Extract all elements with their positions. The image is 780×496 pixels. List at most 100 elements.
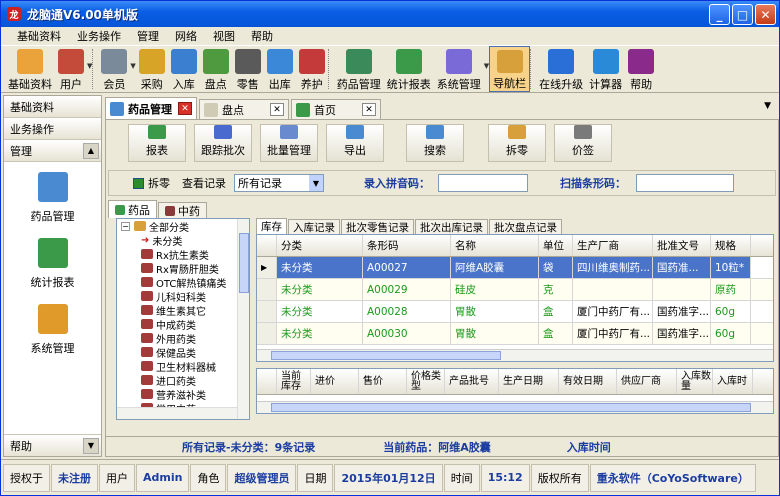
tree-item[interactable]: 维生素其它 bbox=[117, 303, 249, 318]
close-button[interactable]: ✕ bbox=[755, 4, 776, 25]
toolbar-button-inventory-check[interactable]: 盘点 bbox=[200, 46, 232, 92]
column-header[interactable]: 条形码 bbox=[363, 235, 451, 256]
toolbar-button-navbar[interactable]: 导航栏 bbox=[489, 46, 531, 92]
sidebar-item-drug-management[interactable]: 药品管理 bbox=[4, 172, 101, 224]
collapse-toggle[interactable]: − bbox=[121, 221, 130, 231]
tab-inventory[interactable]: 盘点 ✕ bbox=[199, 99, 289, 119]
table-row[interactable]: 未分类 A00029 硅皮克 原药 bbox=[257, 279, 773, 301]
column-header[interactable]: 售价 bbox=[359, 369, 407, 394]
tree-hscrollbar[interactable] bbox=[117, 407, 237, 419]
sidebar-section[interactable]: 管理 ▲ bbox=[4, 140, 101, 162]
toolbar-button-report[interactable]: 统计报表 bbox=[384, 46, 434, 92]
split-checkbox[interactable] bbox=[133, 177, 144, 189]
column-header[interactable]: 有效日期 bbox=[559, 369, 617, 394]
tree-item[interactable]: Rx抗生素类 bbox=[117, 247, 249, 262]
price-tag-button[interactable]: 价签 bbox=[554, 124, 612, 162]
title-bar[interactable]: 龙 龙脑通V6.00单机版 _ □ ✕ bbox=[1, 1, 779, 27]
tree-item[interactable]: 保健品类 bbox=[117, 345, 249, 360]
toolbar-button-system[interactable]: 系统管理 bbox=[434, 46, 484, 92]
tree-item[interactable]: 儿科妇科类 bbox=[117, 289, 249, 304]
table-row[interactable]: ▶ 未分类 A00027 阿维A胶囊袋四川维奥制药... 国药准... 10粒* bbox=[257, 257, 773, 279]
toolbar-button-retail[interactable]: 零售 bbox=[232, 46, 264, 92]
table-row[interactable]: 未分类 A00030 胃散盒厦门中药厂有... 国药准字... 60g bbox=[257, 323, 773, 345]
grid-tab[interactable]: 批次零售记录 bbox=[341, 219, 414, 234]
maximize-button[interactable]: □ bbox=[732, 4, 753, 25]
grid-tab[interactable]: 库存 bbox=[256, 218, 287, 234]
tab-home[interactable]: 首页 ✕ bbox=[291, 99, 381, 119]
column-header[interactable]: 生产日期 bbox=[499, 369, 559, 394]
menu-item[interactable]: 网络 bbox=[167, 28, 205, 44]
column-header[interactable]: 生产厂商 bbox=[573, 235, 653, 256]
sidebar-item-report[interactable]: 统计报表 bbox=[4, 238, 101, 290]
row-indicator[interactable]: ▶ bbox=[257, 257, 277, 278]
column-header[interactable]: 产品批号 bbox=[445, 369, 499, 394]
toolbar-button-member[interactable]: 会员 bbox=[98, 46, 130, 92]
tree-item[interactable]: 外用药类 bbox=[117, 331, 249, 346]
close-icon[interactable]: ✕ bbox=[270, 103, 284, 116]
toolbar-button-maintenance[interactable]: 养护 bbox=[296, 46, 328, 92]
tree-item[interactable]: Rx胃肠肝胆类 bbox=[117, 261, 249, 276]
search-button[interactable]: 搜索 bbox=[406, 124, 464, 162]
menu-item[interactable]: 视图 bbox=[205, 28, 243, 44]
tree-item[interactable]: 中成药类 bbox=[117, 317, 249, 332]
sidebar-section-help[interactable]: 帮助 ▼ bbox=[4, 434, 101, 456]
tree-item[interactable]: 进口药类 bbox=[117, 373, 249, 388]
chevron-down-icon[interactable]: ▼ bbox=[83, 437, 99, 454]
report-button[interactable]: 报表 bbox=[128, 124, 186, 162]
column-header[interactable]: 名称 bbox=[451, 235, 539, 256]
menu-item[interactable]: 基础资料 bbox=[9, 28, 69, 44]
menu-item[interactable]: 业务操作 bbox=[69, 28, 129, 44]
toolbar-button-stock-in[interactable]: 入库 bbox=[168, 46, 200, 92]
toolbar-button-drug-management[interactable]: 药品管理 bbox=[334, 46, 384, 92]
column-header[interactable]: 价格类型 bbox=[407, 369, 445, 394]
row-indicator[interactable] bbox=[257, 323, 277, 344]
tree-root[interactable]: − 全部分类 bbox=[117, 219, 249, 234]
tab-drug[interactable]: 药品管理 ✕ bbox=[105, 97, 197, 119]
view-records-select[interactable]: 所有记录 ▼ bbox=[234, 174, 324, 192]
table-row[interactable]: 未分类 A00028 胃散盒厦门中药厂有... 国药准字... 60g bbox=[257, 301, 773, 323]
column-header[interactable]: 进价 bbox=[311, 369, 359, 394]
column-header[interactable]: 规格 bbox=[711, 235, 751, 256]
toolbar-button-basic-data[interactable]: 基础资料 bbox=[5, 46, 55, 92]
close-icon[interactable]: ✕ bbox=[362, 103, 376, 116]
chevron-up-icon[interactable]: ▲ bbox=[83, 142, 99, 159]
minimize-button[interactable]: _ bbox=[709, 4, 730, 25]
column-header[interactable]: 分类 bbox=[277, 235, 363, 256]
sidebar-section[interactable]: 基础资料 bbox=[4, 96, 101, 118]
row-indicator[interactable] bbox=[257, 301, 277, 322]
close-icon[interactable]: ✕ bbox=[178, 102, 192, 115]
track-batch-button[interactable]: 跟踪批次 bbox=[194, 124, 252, 162]
sidebar-section[interactable]: 业务操作 bbox=[4, 118, 101, 140]
subtab-herbal[interactable]: 中药 bbox=[158, 202, 207, 218]
sidebar-item-system[interactable]: 系统管理 bbox=[4, 304, 101, 356]
batch-manage-button[interactable]: 批量管理 bbox=[260, 124, 318, 162]
column-header[interactable]: 当前库存 bbox=[277, 369, 311, 394]
row-indicator[interactable] bbox=[257, 279, 277, 300]
column-header[interactable]: 入库数量 bbox=[677, 369, 713, 394]
tabs-menu-icon[interactable]: ▼ bbox=[764, 101, 771, 111]
column-header[interactable]: 单位 bbox=[539, 235, 573, 256]
tree-item[interactable]: OTC解热镇痛类 bbox=[117, 275, 249, 290]
tree-scrollbar[interactable] bbox=[237, 219, 249, 419]
grid-tab[interactable]: 批次出库记录 bbox=[415, 219, 488, 234]
toolbar-button-purchase[interactable]: 采购 bbox=[136, 46, 168, 92]
scroll-thumb[interactable] bbox=[239, 233, 249, 293]
tree-item[interactable]: 卫生材料器械 bbox=[117, 359, 249, 374]
toolbar-button-help-book[interactable]: 帮助 bbox=[625, 46, 657, 92]
export-button[interactable]: 导出 bbox=[326, 124, 384, 162]
tree-item[interactable]: 营养滋补类 bbox=[117, 387, 249, 402]
toolbar-button-user[interactable]: 用户 bbox=[55, 46, 87, 92]
grid-hscrollbar[interactable] bbox=[257, 349, 773, 361]
grid-tab[interactable]: 入库记录 bbox=[288, 219, 340, 234]
scroll-thumb[interactable] bbox=[271, 403, 751, 412]
menu-item[interactable]: 帮助 bbox=[243, 28, 281, 44]
column-header[interactable]: 供应厂商 bbox=[617, 369, 677, 394]
column-header[interactable]: 批准文号 bbox=[653, 235, 711, 256]
toolbar-button-online-upgrade[interactable]: 在线升级 bbox=[536, 46, 586, 92]
grid-tab[interactable]: 批次盘点记录 bbox=[489, 219, 562, 234]
column-header[interactable]: 入库时 bbox=[713, 369, 753, 394]
grid2-hscrollbar[interactable] bbox=[257, 401, 773, 413]
split-button[interactable]: 拆零 bbox=[488, 124, 546, 162]
scroll-thumb[interactable] bbox=[271, 351, 501, 360]
toolbar-button-calculator[interactable]: 计算器 bbox=[586, 46, 625, 92]
